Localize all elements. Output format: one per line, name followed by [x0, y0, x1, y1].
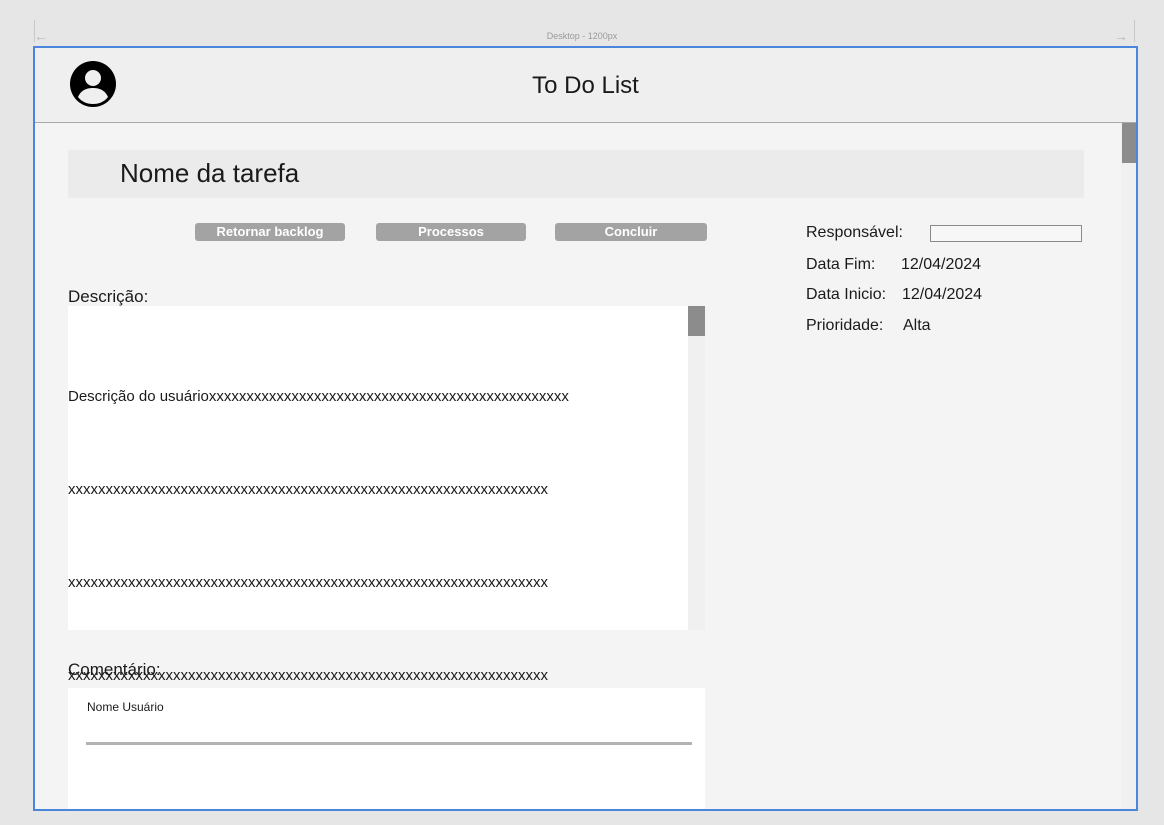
start-date-label: Data Inicio:: [806, 286, 887, 303]
responsible-input[interactable]: [930, 225, 1082, 242]
frame-label: Desktop - 1200px: [546, 31, 618, 41]
app-header: To Do List: [35, 48, 1136, 123]
comment-card: Nome Usuário: [68, 688, 705, 809]
complete-button[interactable]: Concluir: [555, 223, 707, 241]
end-date-value: 12/04/2024: [901, 256, 982, 273]
page-scrollbar-thumb[interactable]: [1122, 123, 1136, 163]
app-title: To Do List: [532, 72, 639, 99]
description-line: Descrição do usuárioxxxxxxxxxxxxxxxxxxxx…: [68, 388, 569, 405]
end-date-row: Data Fim:: [806, 256, 875, 274]
comment-user-name: Nome Usuário: [87, 700, 164, 714]
arrow-right-icon: →: [1114, 28, 1128, 44]
description-line: xxxxxxxxxxxxxxxxxxxxxxxxxxxxxxxxxxxxxxxx…: [68, 574, 548, 591]
description-textarea[interactable]: Descrição do usuárioxxxxxxxxxxxxxxxxxxxx…: [68, 306, 705, 684]
responsible-label: Responsável:: [806, 224, 903, 241]
task-name: Nome da tarefa: [120, 158, 300, 188]
return-backlog-button[interactable]: Retornar backlog: [195, 223, 345, 241]
comment-label: Comentário:: [68, 660, 161, 679]
description-scrollbar-thumb[interactable]: [688, 306, 705, 336]
comment-input-underline[interactable]: [86, 742, 692, 745]
start-date-row: Data Inicio:: [806, 286, 886, 304]
frame-ruler: ← Desktop - 1200px →: [0, 20, 1164, 48]
desktop-frame: To Do List Nome da tarefa Retornar backl…: [33, 46, 1138, 811]
responsible-row: Responsável:: [806, 224, 903, 242]
end-date-label: Data Fim:: [806, 256, 876, 273]
priority-value: Alta: [903, 317, 931, 334]
priority-row: Prioridade:: [806, 317, 883, 335]
task-name-field[interactable]: Nome da tarefa: [68, 150, 1084, 198]
description-label: Descrição:: [68, 287, 149, 306]
page-scrollbar[interactable]: [1121, 123, 1136, 809]
ruler-tick-right: [1134, 20, 1135, 42]
description-line: xxxxxxxxxxxxxxxxxxxxxxxxxxxxxxxxxxxxxxxx…: [68, 481, 548, 498]
description-scrollbar[interactable]: [688, 306, 705, 630]
processes-button[interactable]: Processos: [376, 223, 526, 241]
description-line: xxxxxxxxxxxxxxxxxxxxxxxxxxxxxxxxxxxxxxxx…: [68, 667, 548, 684]
start-date-value: 12/04/2024: [902, 286, 983, 303]
priority-label: Prioridade:: [806, 317, 884, 334]
